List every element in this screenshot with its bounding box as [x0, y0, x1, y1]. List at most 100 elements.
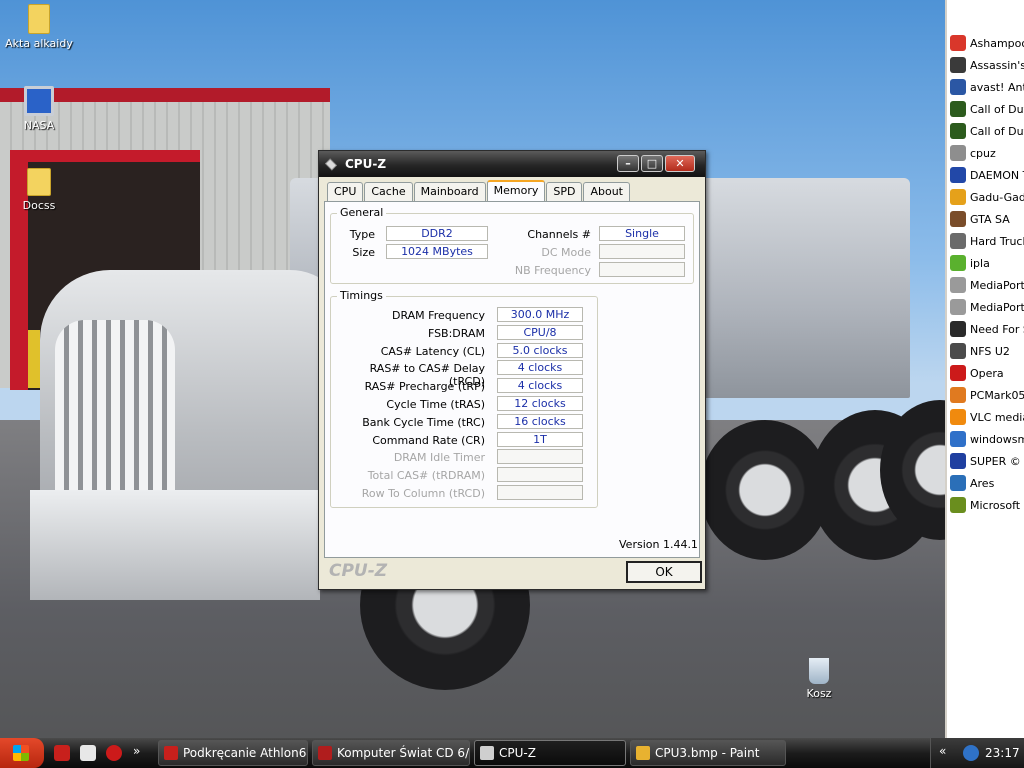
timing-value: 1T — [497, 431, 583, 447]
taskbar: » Podkręcanie Athlon64 ... Komputer Świat… — [0, 738, 1024, 768]
launcher-item-label: SUPER © — [970, 454, 1021, 468]
timing-value: 5.0 clocks — [497, 342, 583, 358]
maximize-button[interactable]: □ — [641, 155, 663, 172]
desktop-icon-recycle-bin[interactable]: Kosz — [784, 658, 854, 700]
launcher-item[interactable]: PCMark05 — [950, 384, 1024, 406]
nb-frequency-label: NB Frequency — [514, 264, 591, 277]
tray-expand-icon[interactable]: « — [939, 744, 946, 758]
cpuz-brand-logo: CPU-Z — [329, 561, 388, 581]
app-icon — [950, 475, 966, 491]
desktop-icon-docss[interactable]: Docss — [4, 168, 74, 212]
taskbar-button-label: CPU3.bmp - Paint — [655, 746, 760, 760]
face-quicklaunch-icon[interactable] — [80, 745, 96, 761]
app-icon — [950, 409, 966, 425]
type-value: DDR2 — [386, 226, 488, 241]
quicklaunch-more-icon[interactable]: » — [133, 744, 140, 758]
launcher-item-label: cpuz — [970, 146, 996, 160]
tab-cache[interactable]: Cache — [364, 182, 413, 201]
launcher-item[interactable]: VLC media — [950, 406, 1024, 428]
launcher-item[interactable]: ipla — [950, 252, 1024, 274]
taskbar-button[interactable]: CPU3.bmp - Paint — [630, 740, 786, 766]
launcher-item[interactable]: Call of Dut — [950, 120, 1024, 142]
desktop-icon-nasa[interactable]: NASA — [4, 86, 74, 132]
tab-spd[interactable]: SPD — [546, 182, 583, 201]
windows-logo-icon — [13, 745, 29, 761]
tab-memory[interactable]: Memory — [486, 180, 546, 201]
recycle-bin-icon — [809, 658, 829, 684]
app-icon — [950, 101, 966, 117]
nb-frequency-value — [599, 262, 685, 277]
timings-group-label: Timings — [337, 289, 386, 302]
app-icon — [950, 365, 966, 381]
timing-value: 4 clocks — [497, 360, 583, 376]
tab-cpu[interactable]: CPU — [327, 182, 364, 201]
taskbar-button[interactable]: Podkręcanie Athlon64 ... — [158, 740, 308, 766]
launcher-item-label: VLC media — [970, 410, 1024, 424]
launcher-item[interactable]: NFS U2 — [950, 340, 1024, 362]
window-title: CPU-Z — [345, 157, 387, 171]
timing-value: CPU/8 — [497, 324, 583, 340]
desktop-icon-label: NASA — [23, 119, 55, 132]
launcher-item-label: Ashampoo — [970, 36, 1024, 50]
window-titlebar[interactable]: CPU-Z – □ ✕ — [319, 151, 705, 177]
ok-button[interactable]: OK — [626, 561, 702, 583]
launcher-item[interactable]: avast! Ant — [950, 76, 1024, 98]
timing-value — [497, 467, 583, 483]
task-app-icon — [480, 746, 494, 760]
taskbar-button[interactable]: Komputer Świat CD 6/... — [312, 740, 470, 766]
launcher-item[interactable]: Call of Dut — [950, 98, 1024, 120]
app-icon — [950, 233, 966, 249]
start-button[interactable] — [0, 738, 44, 768]
close-button[interactable]: ✕ — [665, 155, 695, 172]
ashampoo-quicklaunch-icon[interactable] — [54, 745, 70, 761]
launcher-item-label: DAEMON T — [970, 168, 1024, 182]
launcher-item[interactable]: SUPER © — [950, 450, 1024, 472]
launcher-item[interactable]: Hard Truck — [950, 230, 1024, 252]
launcher-item-label: Opera — [970, 366, 1004, 380]
wallpaper-bumper — [30, 490, 320, 600]
launcher-sidebar: Ashampoo Assassin's avast! Ant Call of Dut C… — [945, 0, 1024, 738]
desktop-icon-akta-alkaidy[interactable]: Akta alkaidy — [4, 4, 74, 50]
desktop-icon-label: Kosz — [806, 687, 832, 700]
clock: 23:17 — [985, 746, 1020, 760]
launcher-item[interactable]: Microsoft O — [950, 494, 1024, 516]
launcher-item[interactable]: Opera — [950, 362, 1024, 384]
launcher-item[interactable]: MediaPorta — [950, 296, 1024, 318]
launcher-item-label: Call of Dut — [970, 124, 1024, 138]
general-group-label: General — [337, 206, 387, 219]
launcher-item[interactable]: Gadu-Gadu — [950, 186, 1024, 208]
launcher-item-label: avast! Ant — [970, 80, 1024, 94]
tray-app-icon[interactable] — [963, 745, 979, 761]
tab-about[interactable]: About — [583, 182, 630, 201]
launcher-item[interactable]: Ashampoo — [950, 32, 1024, 54]
timing-value — [497, 449, 583, 465]
launcher-item[interactable]: Assassin's — [950, 54, 1024, 76]
app-icon — [950, 211, 966, 227]
system-tray: « 23:17 — [930, 738, 1024, 768]
size-label: Size — [352, 246, 375, 259]
timings-group: Timings DRAM Frequency 300.0 MHz FSB:DRAM C… — [330, 289, 598, 508]
tab-mainboard[interactable]: Mainboard — [413, 182, 486, 201]
launcher-item-label: MediaPorta — [970, 300, 1024, 314]
launcher-item[interactable]: Need For S — [950, 318, 1024, 340]
size-value: 1024 MBytes — [386, 244, 488, 259]
launcher-item-label: MediaPorta — [970, 278, 1024, 292]
timing-value: 300.0 MHz — [497, 307, 583, 322]
general-group: General Type DDR2 Size 1024 MBytes Chann… — [330, 206, 694, 284]
opera-quicklaunch-icon[interactable] — [106, 745, 122, 761]
taskbar-button[interactable]: CPU-Z — [474, 740, 626, 766]
task-app-icon — [164, 746, 178, 760]
launcher-item[interactable]: DAEMON T — [950, 164, 1024, 186]
channels-value: Single — [599, 226, 685, 241]
app-icon — [950, 387, 966, 403]
launcher-item-label: ipla — [970, 256, 990, 270]
launcher-item[interactable]: windowsmx — [950, 428, 1024, 450]
timing-label: CAS# Latency (CL) — [380, 344, 485, 358]
launcher-item[interactable]: GTA SA — [950, 208, 1024, 230]
launcher-item[interactable]: MediaPorta — [950, 274, 1024, 296]
launcher-item[interactable]: cpuz — [950, 142, 1024, 164]
tab-strip: CPU Cache Mainboard Memory SPD About — [327, 180, 631, 202]
task-app-icon — [318, 746, 332, 760]
minimize-button[interactable]: – — [617, 155, 639, 172]
launcher-item[interactable]: Ares — [950, 472, 1024, 494]
